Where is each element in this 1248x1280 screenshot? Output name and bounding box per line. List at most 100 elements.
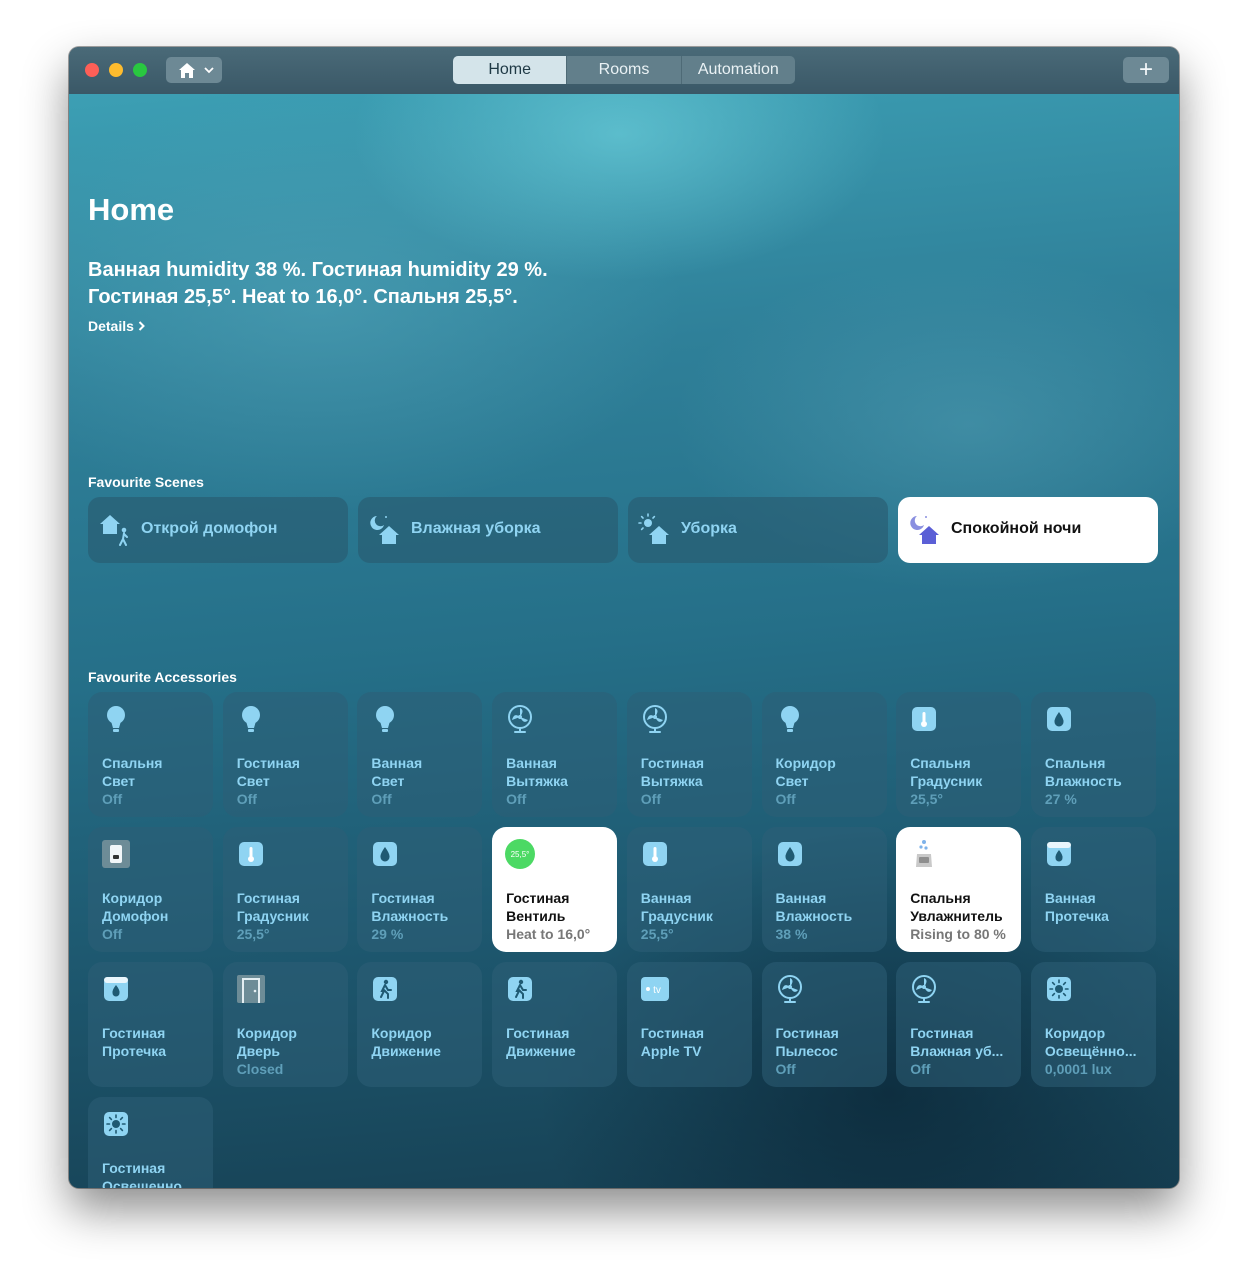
accessory-status: 25,5° <box>236 926 270 942</box>
scene-button[interactable]: Спокойной ночи <box>898 497 1158 563</box>
accessory-room: Гостиная <box>640 755 705 771</box>
accessory-status: Off <box>102 791 123 807</box>
accessory-tile[interactable]: Ванная Протечка <box>1030 827 1156 952</box>
accessory-tile[interactable]: Коридор Дверь Closed <box>222 962 348 1087</box>
accessory-room: Ванная <box>1044 890 1096 906</box>
accessory-name: Влажность <box>775 908 853 924</box>
minimize-window-button[interactable] <box>109 63 123 77</box>
accessory-tile[interactable]: Гостиная Вытяжка Off <box>626 692 752 817</box>
accessory-tile[interactable]: 25,5° Гостиная Вентиль Heat to 16,0° <box>492 827 618 952</box>
accessory-room: Гостиная <box>506 890 570 906</box>
accessory-room: Спальня <box>1044 755 1106 771</box>
accessory-room: Гостиная <box>775 1025 839 1041</box>
accessory-room: Гостиная <box>236 755 300 771</box>
intercom-icon <box>101 839 131 869</box>
house-icon <box>179 62 195 78</box>
humidity-icon <box>775 839 805 869</box>
accessory-status: Closed <box>236 1061 284 1077</box>
accessory-tile[interactable]: Гостиная Протечка <box>88 962 213 1087</box>
accessory-status: Off <box>910 1061 931 1077</box>
accessory-text: Гостиная Свет Off <box>237 754 342 808</box>
accessory-room: Ванная <box>775 890 827 906</box>
accessory-tile[interactable]: Гостиная Влажность 29 % <box>357 827 483 952</box>
accessory-tile[interactable]: Гостиная Движение <box>492 962 618 1087</box>
accessory-tile[interactable]: Гостиная Пылесос Off <box>761 962 887 1087</box>
details-label: Details <box>88 318 134 334</box>
home-switcher-button[interactable] <box>166 57 222 83</box>
accessory-tile[interactable]: Коридор Освещённо... 0,0001 lux <box>1030 962 1156 1087</box>
close-window-button[interactable] <box>85 63 99 77</box>
accessory-name: Движение <box>506 1043 576 1059</box>
accessory-text: Ванная Свет Off <box>371 754 476 808</box>
bulb-icon <box>236 704 266 734</box>
accessory-status: Heat to 16,0° <box>506 926 591 942</box>
light-sensor-icon <box>1044 974 1074 1004</box>
accessory-name: Градусник <box>910 773 983 789</box>
accessory-name: Домофон <box>102 908 169 924</box>
accessory-status: Off <box>775 791 796 807</box>
accessory-tile[interactable]: Спальня Градусник 25,5° <box>896 692 1022 817</box>
accessory-room: Коридор <box>371 1025 432 1041</box>
accessory-tile[interactable]: Коридор Свет Off <box>761 692 887 817</box>
accessory-tile[interactable]: Ванная Влажность 38 % <box>761 827 887 952</box>
accessory-text: Гостиная Градусник 25,5° <box>237 889 342 943</box>
accessory-status: Off <box>102 926 123 942</box>
scene-button[interactable]: Влажная уборка <box>358 497 618 563</box>
view-tabs: Home Rooms Automation <box>453 56 795 84</box>
accessory-room: Коридор <box>236 1025 297 1041</box>
zoom-window-button[interactable] <box>133 63 147 77</box>
accessory-tile[interactable]: Коридор Движение <box>357 962 483 1087</box>
accessory-name: Протечка <box>1044 908 1109 924</box>
accessory-room: Гостиная <box>102 1160 166 1176</box>
scene-button[interactable]: Уборка <box>628 497 888 563</box>
accessory-name: Влажная уб... <box>910 1043 1004 1059</box>
accessory-room: Гостиная <box>640 1025 705 1041</box>
tab-automation[interactable]: Automation <box>680 56 795 84</box>
light-sensor-icon <box>101 1109 131 1139</box>
accessory-tile[interactable]: Гостиная Влажная уб... Off <box>896 962 1022 1087</box>
scenes-section-label: Favourite Scenes <box>88 474 204 490</box>
accessory-text: Гостиная Вентиль Heat to 16,0° <box>506 889 611 943</box>
accessory-tile[interactable]: Спальня Свет Off <box>88 692 213 817</box>
accessory-text: Ванная Протечка <box>1045 889 1150 925</box>
house-moon-icon <box>908 513 942 547</box>
accessory-name: Градусник <box>236 908 309 924</box>
appletv-icon: tv <box>640 974 670 1004</box>
accessory-status: Off <box>775 1061 796 1077</box>
accessory-text: Коридор Домофон Off <box>102 889 207 943</box>
accessory-status: 38 % <box>775 926 808 942</box>
humidity-icon <box>370 839 400 869</box>
accessory-tile[interactable]: Ванная Свет Off <box>357 692 483 817</box>
accessory-tile[interactable]: Спальня Увлажнитель Rising to 80 % <box>896 827 1022 952</box>
add-button[interactable]: + <box>1123 57 1169 83</box>
details-link[interactable]: Details <box>88 318 145 334</box>
accessory-name: Дверь <box>236 1043 281 1059</box>
accessory-name: Градусник <box>640 908 713 924</box>
fan-icon <box>640 704 670 734</box>
accessory-tile[interactable]: Ванная Вытяжка Off <box>492 692 618 817</box>
accessory-tile[interactable]: Спальня Влажность 27 % <box>1030 692 1156 817</box>
accessory-text: Гостиная Apple TV <box>641 1024 746 1060</box>
tab-rooms[interactable]: Rooms <box>566 56 680 84</box>
home-app-window: Home Rooms Automation + Home Ванная humidi… <box>69 47 1179 1188</box>
summary-line: Гостиная 25,5°. Heat to 16,0°. Спальня 2… <box>88 286 518 308</box>
scene-label: Спокойной ночи <box>951 520 1082 537</box>
accessory-name: Вытяжка <box>506 773 568 789</box>
chevron-down-icon <box>204 66 214 73</box>
accessory-tile[interactable]: Гостиная Свет Off <box>222 692 348 817</box>
title-bar: Home Rooms Automation + <box>69 47 1179 95</box>
accessory-text: Спальня Свет Off <box>102 754 207 808</box>
accessory-tile[interactable]: ГостинаяОсвещенно...7 lux <box>88 1097 213 1188</box>
tab-home[interactable]: Home <box>453 56 567 84</box>
accessory-text: Коридор Освещённо... 0,0001 lux <box>1045 1024 1150 1078</box>
accessory-tile[interactable]: Гостиная Градусник 25,5° <box>222 827 348 952</box>
accessory-status: Off <box>236 791 257 807</box>
accessory-name: Свет <box>775 773 809 789</box>
accessory-room: Ванная <box>506 755 557 771</box>
accessory-tile[interactable]: tv Гостиная Apple TV <box>626 962 752 1087</box>
scene-button[interactable]: Открой домофон <box>88 497 348 563</box>
accessory-tile[interactable]: Ванная Градусник 25,5° <box>626 827 752 952</box>
accessory-tile[interactable]: Коридор Домофон Off <box>88 827 213 952</box>
motion-icon <box>370 974 400 1004</box>
accessory-status: 25,5° <box>910 791 944 807</box>
